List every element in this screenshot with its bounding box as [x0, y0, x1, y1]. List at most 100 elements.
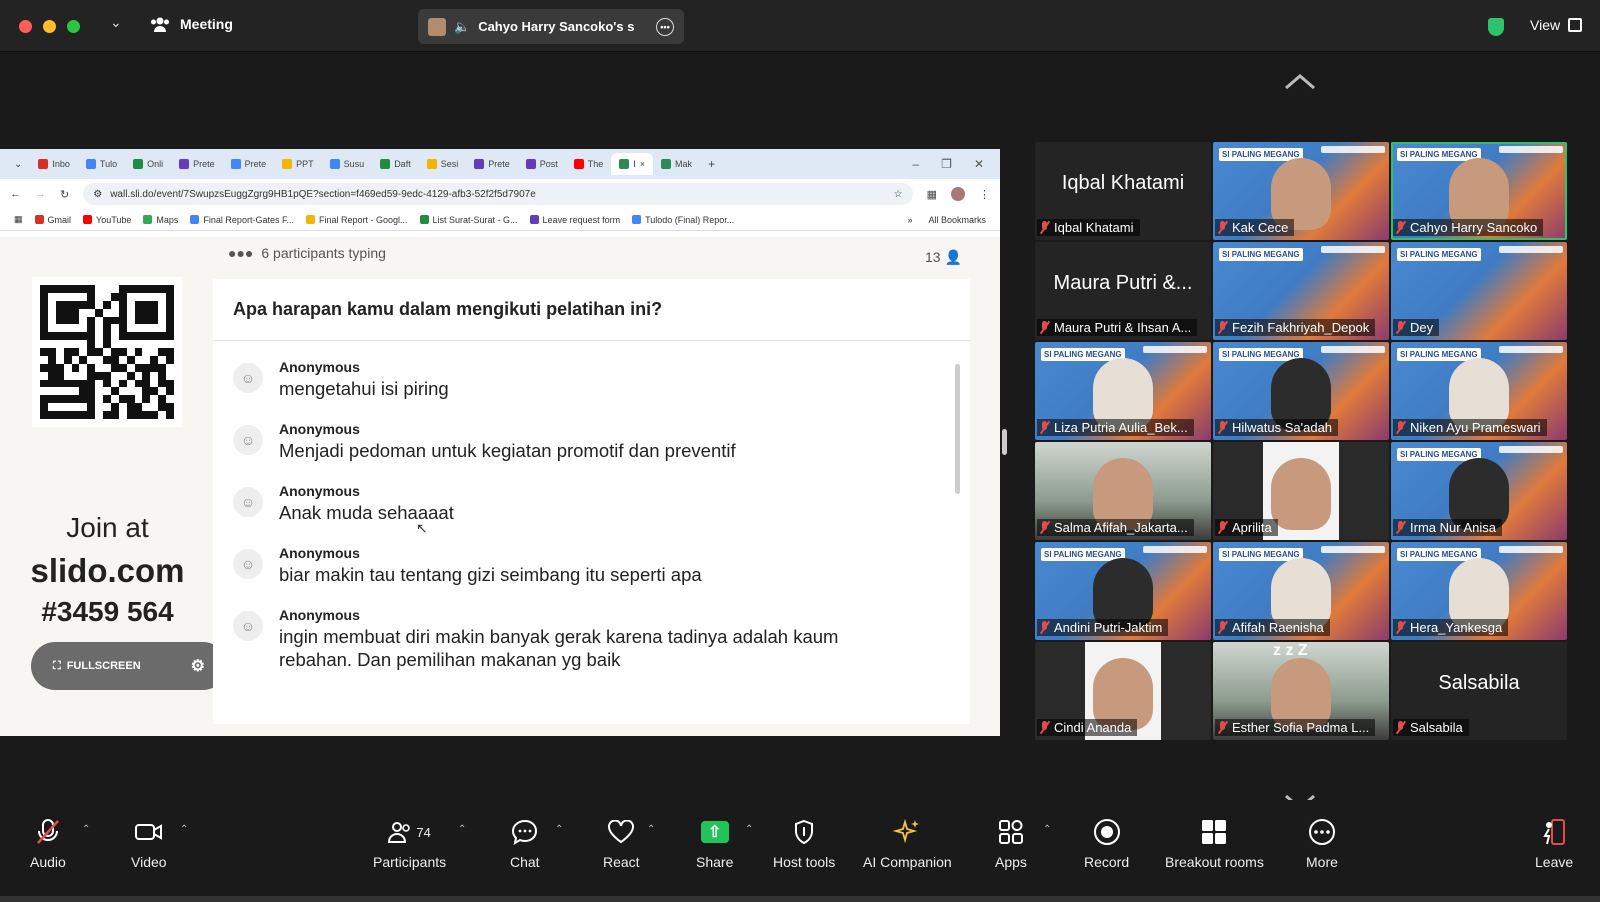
maximize-window-button[interactable] [67, 20, 80, 33]
new-tab-icon[interactable]: + [700, 157, 723, 171]
participant-tile[interactable]: SI PALING MEGANG Irma Nur Anisa [1391, 442, 1567, 540]
leave-button[interactable]: Leave [1535, 818, 1573, 870]
browser-tab[interactable]: PPT [274, 153, 322, 175]
participant-tile[interactable]: SI PALING MEGANG Andini Putri-Jaktim [1035, 542, 1211, 640]
browser-tab[interactable]: Prete [171, 153, 223, 175]
breakout-rooms-button[interactable]: Breakout rooms [1165, 818, 1264, 870]
chat-button[interactable]: Chat [510, 818, 540, 870]
bookmark-favicon-icon [529, 215, 539, 224]
tab-search-icon[interactable]: ⌄ [6, 159, 30, 170]
slido-wall: Join at slido.com #3459 564 ⛶ FULLSCREEN… [0, 237, 1000, 736]
leave-door-icon [1543, 819, 1566, 845]
fullscreen-button[interactable]: ⛶ FULLSCREEN [53, 660, 141, 673]
react-options-caret[interactable]: ⌃ [647, 824, 655, 835]
settings-gear-icon[interactable]: ⚙ [191, 656, 205, 676]
host-tools-button[interactable]: Host tools [773, 818, 835, 870]
participant-tile[interactable]: SI PALING MEGANG Afifah Raenisha [1213, 542, 1389, 640]
bookmark-item[interactable]: Maps [143, 215, 178, 225]
all-bookmarks-button[interactable]: All Bookmarks [928, 215, 986, 225]
participant-tile[interactable]: Salsabila Salsabila [1391, 642, 1567, 740]
ai-companion-button[interactable]: AI Companion [863, 818, 952, 870]
browser-tab[interactable]: Sesi [419, 153, 467, 175]
participant-tile[interactable]: SI PALING MEGANG Hera_Yankesga [1391, 542, 1567, 640]
participant-tile[interactable]: SI PALING MEGANG Liza Putria Aulia_Bek... [1035, 342, 1211, 440]
bookmark-item[interactable]: Final Report - Googl... [305, 215, 408, 225]
video-button[interactable]: Video [131, 818, 167, 870]
participant-tile[interactable]: SI PALING MEGANG Dey [1391, 242, 1567, 340]
browser-tab[interactable]: I × [611, 153, 654, 175]
browser-tab[interactable]: Daft [372, 153, 419, 175]
share-button[interactable]: ⇧ Share [696, 818, 733, 870]
browser-tab[interactable]: Onli [125, 153, 171, 175]
audio-button[interactable]: Audio [30, 818, 66, 870]
minimize-icon[interactable]: – [912, 157, 919, 171]
bookmark-item[interactable]: Gmail [34, 215, 71, 225]
participant-tile[interactable]: Maura Putri &... Maura Putri & Ihsan A... [1035, 242, 1211, 340]
participant-count-value: 13 [925, 249, 941, 265]
chat-options-caret[interactable]: ⌃ [555, 824, 563, 835]
bookmark-star-icon[interactable]: ☆ [894, 189, 903, 200]
bookmark-item[interactable]: Tulodo (Final) Repor... [632, 215, 734, 225]
view-button[interactable]: View [1530, 17, 1583, 33]
participant-tile[interactable]: Cindi Ananda [1035, 642, 1211, 740]
close-icon[interactable]: ✕ [974, 157, 984, 171]
sponsor-logos [1321, 146, 1385, 153]
participants-options-caret[interactable]: ⌃ [458, 824, 466, 835]
browser-tab[interactable]: Mak [653, 153, 700, 175]
participant-tile[interactable]: SI PALING MEGANG Fezih Fakhriyah_Depok [1213, 242, 1389, 340]
responses-scrollbar[interactable] [955, 364, 960, 494]
more-options-icon[interactable]: ••• [656, 17, 674, 36]
address-bar[interactable]: ⚙ wall.sli.do/event/7SwupzsEuggZgrg9HB1p… [83, 183, 913, 205]
back-icon[interactable]: ← [10, 188, 21, 200]
meeting-menu[interactable]: Meeting [150, 16, 233, 32]
reload-icon[interactable]: ↻ [60, 188, 69, 201]
browser-tab[interactable]: Prete [466, 153, 518, 175]
response-body: Anonymous mengetahui isi piring [279, 359, 899, 413]
share-options-caret[interactable]: ⌃ [745, 824, 753, 835]
restore-icon[interactable]: ❐ [941, 157, 952, 171]
close-tab-icon[interactable]: × [640, 159, 645, 169]
screen-share-indicator[interactable]: 🔈 Cahyo Harry Sancoko's s ••• [418, 9, 684, 44]
participant-tile[interactable]: Aprilita [1213, 442, 1389, 540]
bookmark-item[interactable]: Final Report-Gates F... [190, 215, 294, 225]
participants-button[interactable]: 74 Participants [373, 818, 446, 870]
browser-tab[interactable]: Prete [223, 153, 275, 175]
bookmark-item[interactable]: YouTube [83, 215, 131, 225]
participant-tile[interactable]: Salma Afifah_Jakarta... [1035, 442, 1211, 540]
apps-options-caret[interactable]: ⌃ [1043, 824, 1051, 835]
browser-tab[interactable]: Inbo [30, 153, 78, 175]
forward-icon[interactable]: → [35, 188, 46, 200]
participant-tile[interactable]: Iqbal Khatami Iqbal Khatami [1035, 142, 1211, 240]
browser-menu-icon[interactable]: ⋮ [979, 188, 990, 201]
audio-options-caret[interactable]: ⌃ [82, 824, 90, 835]
participant-tile[interactable]: SI PALING MEGANG Niken Ayu Prameswari [1391, 342, 1567, 440]
video-options-caret[interactable]: ⌃ [180, 824, 188, 835]
browser-tab[interactable]: Tulo [78, 153, 125, 175]
close-window-button[interactable] [19, 20, 32, 33]
gallery-page-up-icon[interactable] [1283, 70, 1317, 94]
response-text: Anak muda sehaaaat [279, 502, 454, 523]
browser-tab[interactable]: The [566, 153, 612, 175]
chevron-down-icon[interactable]: ⌄ [110, 14, 122, 31]
participant-tile[interactable]: z z Z Esther Sofia Padma L... [1213, 642, 1389, 740]
participant-tile[interactable]: SI PALING MEGANG Cahyo Harry Sancoko [1391, 142, 1567, 240]
site-info-icon[interactable]: ⚙ [93, 189, 102, 200]
participant-tile[interactable]: SI PALING MEGANG Kak Cece [1213, 142, 1389, 240]
participant-tile[interactable]: SI PALING MEGANG Hilwatus Sa'adah [1213, 342, 1389, 440]
more-button[interactable]: More [1306, 818, 1338, 870]
react-button[interactable]: React [603, 818, 640, 870]
apps-grid-icon[interactable]: ▦ [14, 214, 23, 225]
panel-resize-handle[interactable] [1002, 429, 1007, 455]
browser-tab[interactable]: Susu [322, 153, 373, 175]
bookmark-label: Maps [156, 214, 179, 225]
apps-button[interactable]: Apps [995, 818, 1027, 870]
security-shield-icon[interactable] [1488, 18, 1504, 36]
minimize-window-button[interactable] [43, 20, 56, 33]
bookmark-item[interactable]: Leave request form [529, 215, 620, 225]
record-button[interactable]: Record [1084, 818, 1129, 870]
extensions-icon[interactable]: ▦ [927, 188, 937, 201]
profile-avatar[interactable] [951, 187, 965, 201]
browser-tab[interactable]: Post [518, 153, 566, 175]
more-bookmarks-icon[interactable]: » [907, 215, 912, 225]
bookmark-item[interactable]: List Surat-Surat - G... [419, 215, 518, 225]
